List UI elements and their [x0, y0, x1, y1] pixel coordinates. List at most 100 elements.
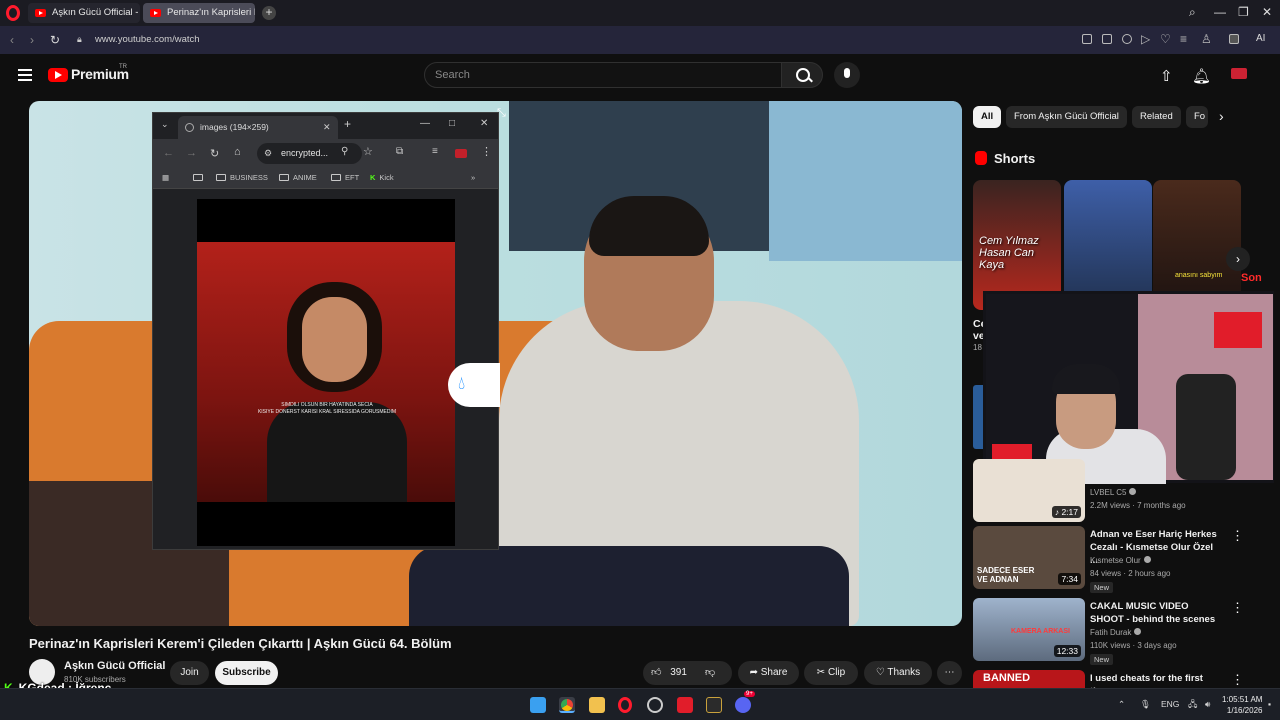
partial-thumbnail[interactable]	[973, 385, 983, 449]
system-clock[interactable]: 1:05:51 AM 1/16/2026	[1222, 694, 1262, 716]
sparkle-drop-widget[interactable]: 💧︎	[448, 363, 500, 407]
new-tab-icon[interactable]: +	[344, 117, 351, 131]
clip-button[interactable]: ✂ Clip	[804, 661, 858, 685]
video-thumbnail[interactable]: SADECE ESER VE ADNAN 7:34	[973, 526, 1085, 589]
notifications-bell-icon[interactable]: 🔔︎	[1192, 67, 1211, 85]
thanks-button[interactable]: ♡ Thanks	[864, 661, 932, 685]
tray-overflow-icon[interactable]: ⌃	[1118, 699, 1125, 710]
volume-icon[interactable]: 🔊︎	[1205, 699, 1210, 710]
microphone-icon[interactable]: 🎙︎	[1140, 699, 1151, 710]
chip-related[interactable]: Related	[1132, 106, 1181, 128]
more-options-icon[interactable]: ⋮	[1231, 600, 1244, 616]
thumbs-up-icon[interactable]: 👍︎	[651, 667, 661, 678]
maximize-icon[interactable]: □	[449, 118, 455, 129]
voice-search-icon[interactable]	[834, 62, 860, 88]
menu-icon[interactable]: ≡	[1180, 32, 1187, 46]
video-title[interactable]: CAKAL MUSIC VIDEO SHOOT - behind the sce…	[1090, 600, 1220, 626]
adblock-icon[interactable]	[1122, 34, 1132, 44]
extensions-icon[interactable]	[1229, 34, 1239, 44]
more-menu-icon[interactable]: ⋮	[481, 145, 492, 158]
more-options-icon[interactable]: ⋮	[1231, 528, 1244, 544]
channel-name[interactable]: Aşkın Gücü Official	[64, 660, 165, 672]
subscribe-button[interactable]: Subscribe	[215, 661, 278, 685]
heart-icon[interactable]: ♡	[1160, 32, 1171, 46]
list-item[interactable]: SADECE ESER VE ADNAN 7:34 Adnan ve Eser …	[973, 526, 1273, 593]
video-thumbnail[interactable]: ♪ 2:17	[973, 459, 1085, 522]
chip-from-channel[interactable]: From Aşkın Gücü Official	[1006, 106, 1127, 128]
list-item[interactable]: ♪ 2:17 LVBEL C5 2.2M views · 7 months ag…	[973, 459, 1273, 525]
search-input[interactable]: Search	[424, 62, 782, 88]
join-button[interactable]: Join	[170, 661, 209, 685]
browser-tab-1[interactable]: Aşkın Gücü Official - YouTu	[28, 3, 140, 23]
bookmark-business[interactable]: BUSINESS	[216, 173, 268, 182]
channel-name[interactable]: Fatih Durak	[1090, 628, 1142, 637]
bookmark-star-icon[interactable]: ☆	[363, 145, 373, 158]
windows-start-icon[interactable]	[530, 697, 546, 713]
youtube-logo-icon[interactable]	[48, 68, 68, 82]
share-button[interactable]: ➦ Share	[738, 661, 799, 685]
chrome-icon[interactable]	[559, 697, 575, 713]
back-icon[interactable]: ←	[163, 147, 174, 159]
network-icon[interactable]: 🖧︎	[1188, 699, 1197, 713]
bookmark-kick[interactable]: K Kick	[370, 173, 394, 182]
zoom-icon[interactable]: ⚲	[341, 146, 348, 157]
search-button[interactable]	[781, 62, 823, 88]
video-thumbnail[interactable]: BANNED	[973, 670, 1085, 688]
new-tab-button[interactable]: +	[262, 6, 276, 20]
language-indicator[interactable]: ENG	[1161, 699, 1179, 709]
channel-name[interactable]: LVBEL C5	[1090, 488, 1137, 497]
popup-tab[interactable]: images (194×259) ✕	[178, 116, 338, 139]
upload-icon[interactable]: ⇧	[1160, 67, 1173, 85]
notification-icon[interactable]: ▪	[1268, 699, 1271, 709]
account-avatar[interactable]	[1231, 68, 1247, 79]
ai-button[interactable]: AI	[1256, 33, 1265, 44]
discord-icon[interactable]: 9+	[735, 691, 755, 713]
list-item[interactable]: KAMERA ARKASI 12:33 CAKAL MUSIC VIDEO SH…	[973, 598, 1273, 665]
home-icon[interactable]: ⌂	[234, 146, 241, 158]
forward-icon[interactable]: ›	[30, 33, 34, 47]
opera-logo-icon[interactable]	[6, 5, 20, 21]
profile-icon[interactable]: ♙	[1201, 32, 1212, 46]
apps-grid-icon[interactable]: ▦	[162, 173, 169, 182]
chip-all[interactable]: All	[973, 106, 1002, 128]
hamburger-menu-icon[interactable]	[18, 69, 32, 81]
close-window-icon[interactable]: ✕	[480, 118, 488, 129]
extensions-icon[interactable]: ⧉	[396, 146, 403, 157]
site-info-icon[interactable]: ⚙	[264, 143, 272, 164]
list-item[interactable]: BANNED I used cheats for the first time …	[973, 670, 1273, 688]
shorts-next-button[interactable]: ›	[1226, 247, 1250, 271]
extension-logo-icon[interactable]	[455, 149, 467, 158]
opera-icon[interactable]	[618, 697, 632, 713]
restore-button[interactable]: ❐	[1238, 5, 1249, 19]
more-options-icon[interactable]: ⋮	[1231, 672, 1244, 688]
minimize-icon[interactable]: —	[420, 118, 430, 129]
snapshot-icon[interactable]	[1082, 34, 1092, 44]
media-icon[interactable]: ≡	[432, 146, 438, 157]
file-explorer-icon[interactable]	[589, 697, 605, 713]
bookmark-eft[interactable]: EFT	[331, 173, 359, 182]
more-actions-button[interactable]: ⋯	[937, 661, 962, 685]
reload-icon[interactable]: ↻	[210, 147, 219, 160]
back-icon[interactable]: ‹	[10, 33, 14, 47]
browser-tab-2[interactable]: Perinaz'ın Kaprisleri Kerem	[143, 3, 255, 23]
channel-name[interactable]: Kısmetse Olur	[1090, 556, 1151, 565]
minimize-button[interactable]: —	[1214, 5, 1226, 19]
thumbs-down-icon[interactable]: 👎︎	[705, 661, 715, 685]
video-title[interactable]: I used cheats for the first time	[1090, 672, 1220, 688]
reload-icon[interactable]: ↻	[50, 33, 60, 47]
camera-icon[interactable]	[1102, 34, 1112, 44]
bookmark-anime[interactable]: ANIME	[279, 173, 317, 182]
close-window-button[interactable]: ✕	[1262, 5, 1272, 19]
like-count[interactable]: 391	[670, 667, 687, 678]
chip-for-you[interactable]: Fo	[1186, 106, 1208, 128]
tab-list-icon[interactable]: ⌄	[161, 119, 169, 130]
game-icon[interactable]	[706, 697, 722, 713]
stream-app-icon[interactable]	[677, 697, 693, 713]
video-thumbnail[interactable]: KAMERA ARKASI 12:33	[973, 598, 1085, 661]
obs-icon[interactable]	[647, 697, 663, 713]
close-tab-icon[interactable]: ✕	[323, 116, 331, 139]
search-tabs-icon[interactable]: ⌕	[1189, 5, 1196, 20]
folder-icon[interactable]	[193, 173, 207, 182]
bookmarks-overflow-icon[interactable]: »	[471, 173, 475, 182]
forward-icon[interactable]: →	[186, 147, 197, 159]
